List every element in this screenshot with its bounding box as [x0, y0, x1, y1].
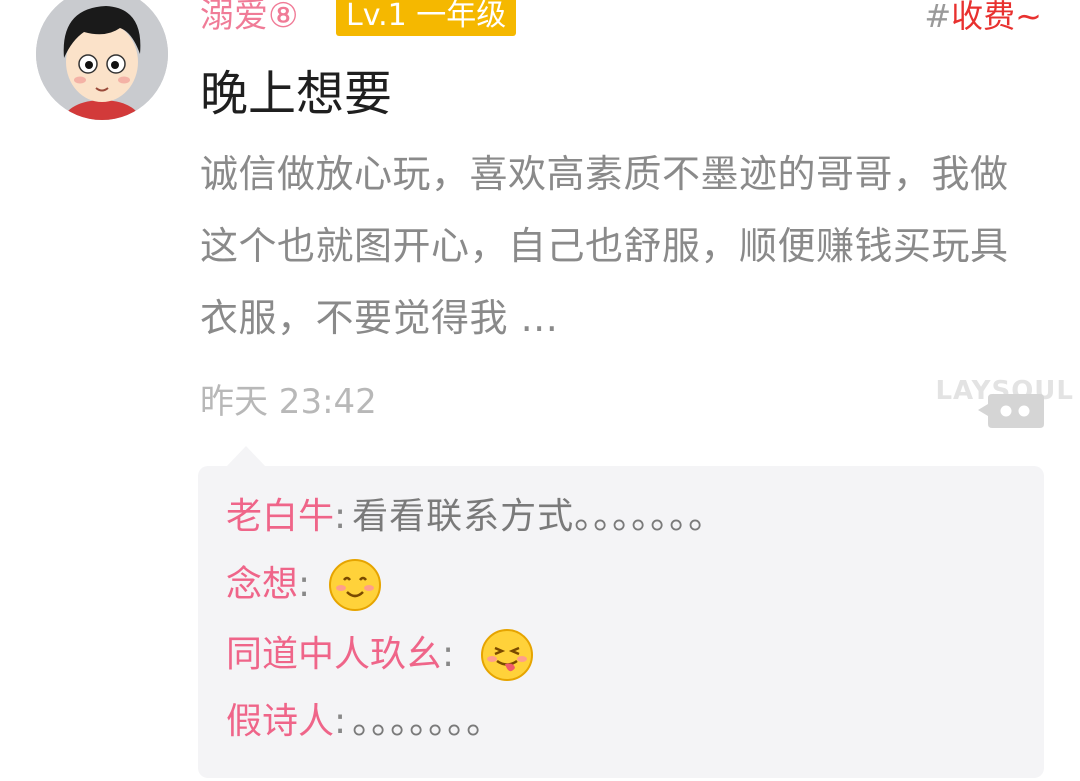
comment-author[interactable]: 假诗人 [226, 698, 334, 746]
comment-item[interactable]: 假诗人:。。。。。。。 [226, 698, 503, 746]
comment-colon: : [334, 496, 347, 537]
comment-item[interactable]: 同道中人玖幺: [226, 628, 534, 682]
tongue-out-face-emoji-icon [481, 629, 534, 681]
comment-author[interactable]: 老白牛 [226, 493, 334, 541]
post-title[interactable]: 晚上想要 [200, 62, 392, 126]
comment-colon: : [442, 634, 455, 675]
comment-item[interactable]: 老白牛: 看看联系方式。。。。。。。 [226, 493, 725, 541]
comment-author[interactable]: 念想 [226, 561, 298, 609]
topic-tag[interactable]: #收费~ [924, 0, 1042, 38]
comment-colon: : [334, 701, 347, 742]
post-timestamp: 昨天 23:42 [200, 382, 377, 422]
cartoon-boy-avatar-icon [36, 0, 168, 120]
comments-pointer [226, 446, 266, 467]
topic-hash: # [924, 0, 952, 35]
comment-author[interactable]: 同道中人玖幺 [226, 631, 442, 679]
user-avatar[interactable] [36, 0, 168, 120]
username[interactable]: 溺爱⑧ [200, 0, 298, 38]
comment-colon: : [298, 564, 311, 605]
topic-label: 收费~ [951, 0, 1042, 35]
post-body[interactable]: 诚信做放心玩，喜欢高素质不墨迹的哥哥，我做这个也就图开心，自己也舒服，顺便赚钱买… [200, 138, 1045, 354]
post-card[interactable]: 溺爱⑧ Lv.1 一年级 #收费~ 晚上想要 诚信做放心玩，喜欢高素质不墨迹的哥… [0, 0, 1080, 781]
smiling-face-emoji-icon [329, 559, 382, 611]
comment-text: 。。。。。。。 [352, 701, 504, 742]
comment-bubble-icon[interactable] [978, 390, 1044, 430]
comment-item[interactable]: 念想: [226, 558, 382, 612]
comment-text: 看看联系方式。。。。。。。 [352, 496, 726, 537]
level-badge: Lv.1 一年级 [336, 0, 517, 36]
